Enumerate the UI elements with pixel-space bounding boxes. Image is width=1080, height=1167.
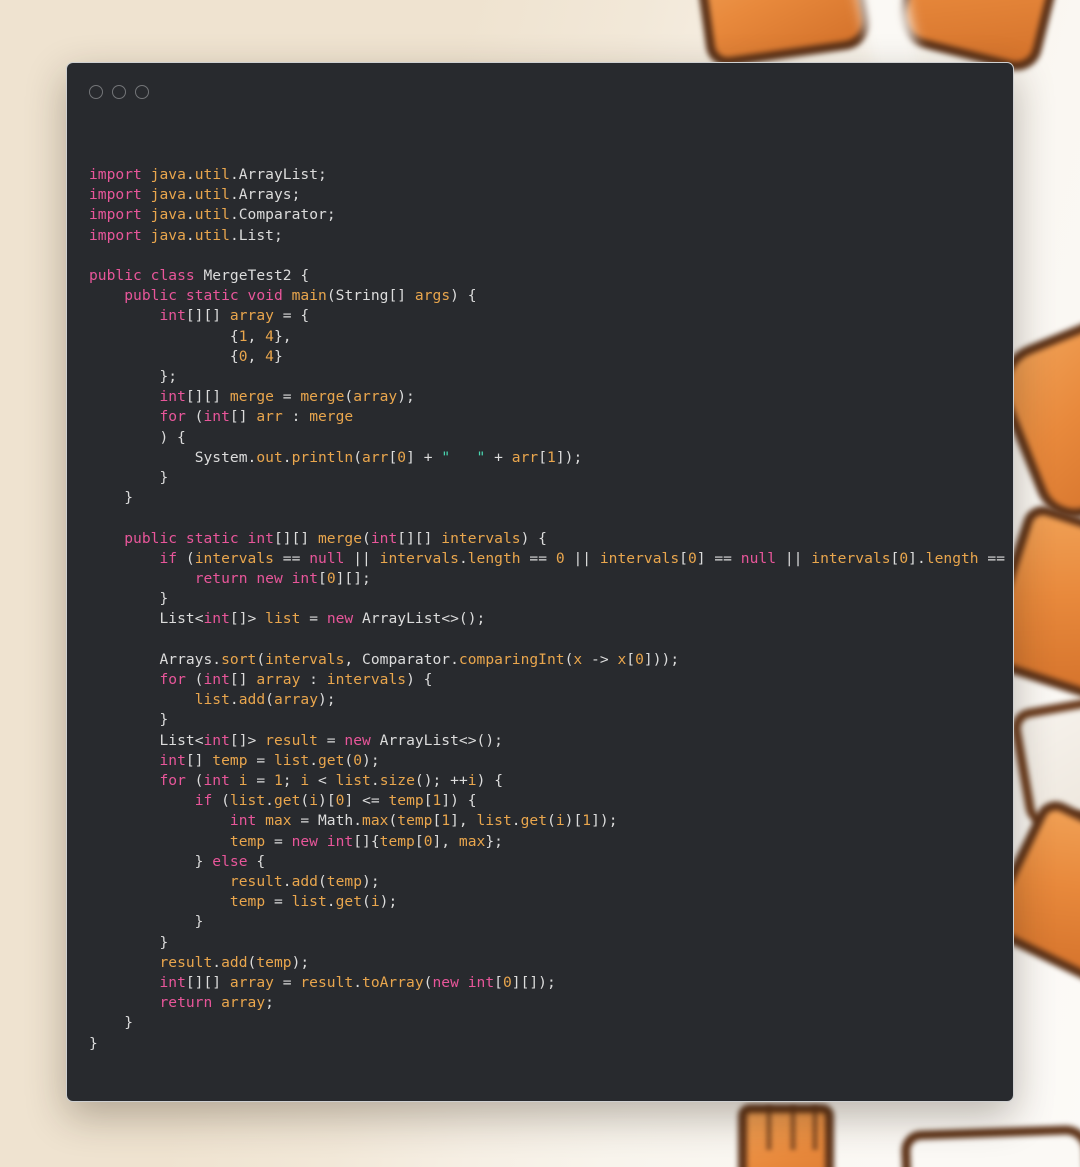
code-line: } [89,913,204,931]
code-editor[interactable]: import java.util.ArrayList; import java.u… [67,125,1013,1054]
code-line: public class MergeTest2 { [89,267,310,284]
code-line: for (int i = 1; i < list.size(); ++i) { [159,772,503,790]
code-line: if (list.get(i)[0] <= temp[1]) { [194,792,477,810]
code-line: } [89,1034,98,1052]
code-line: for (int[] arr : merge [159,408,354,426]
close-icon[interactable] [89,85,103,99]
code-line: {1, 4}, [89,327,292,345]
code-line: int[] temp = list.get(0); [159,751,380,769]
code-line: import java.util.ArrayList; [89,166,327,183]
code-line: result.add(temp); [229,873,380,891]
code-line: public static int[][] merge(int[][] inte… [124,529,547,547]
code-line: } [89,590,169,608]
code-line: import java.util.List; [89,226,283,244]
code-line: List<int[]> result = new ArrayList<>(); [159,731,503,749]
window-titlebar [67,63,1013,125]
code-line: } [89,489,134,507]
code-line: Arrays.sort(intervals, Comparator.compar… [159,650,680,668]
code-line: } else { [89,852,266,870]
code-line: int[][] array = { [159,307,310,325]
code-line: System.out.println(arr[0] + " " + arr[1]… [194,448,583,466]
code-line: } [89,469,169,487]
code-line: } [89,711,169,729]
code-line: } [89,1014,134,1032]
code-line: temp = new int[]{temp[0], max}; [229,832,503,850]
code-line: }; [89,368,178,386]
code-line: import java.util.Arrays; [89,186,301,204]
code-line: int[][] array = result.toArray(new int[0… [159,974,556,992]
code-line: list.add(array); [194,691,336,709]
hand-knuckle-stripe-3 [812,1106,818,1150]
code-line: return new int[0][]; [194,570,371,588]
maximize-icon[interactable] [135,85,149,99]
code-line: return array; [159,994,274,1012]
code-window: import java.util.ArrayList; import java.u… [66,62,1014,1102]
code-line: {0, 4} [89,347,283,365]
code-line: } [89,933,169,951]
code-line: temp = list.get(i); [229,893,398,911]
code-line: result.add(temp); [159,953,310,971]
code-line: public static void main(String[] args) { [124,287,477,305]
code-line: ) { [89,428,186,446]
hand-knuckle-stripe-2 [790,1106,796,1150]
code-line: for (int[] array : intervals) { [159,671,433,689]
hand-knuckle-stripe-1 [766,1106,772,1150]
hand-shape-bottom-right [900,1124,1080,1167]
code-line: import java.util.Comparator; [89,206,336,224]
code-line: int[][] merge = merge(array); [159,388,415,406]
hand-shape-bottom-left [738,1104,834,1167]
minimize-icon[interactable] [112,85,126,99]
code-line: if (intervals == null || intervals.lengt… [159,549,1014,567]
code-line: int max = Math.max(temp[1], list.get(i)[… [229,812,618,830]
code-line: List<int[]> list = new ArrayList<>(); [159,610,486,628]
